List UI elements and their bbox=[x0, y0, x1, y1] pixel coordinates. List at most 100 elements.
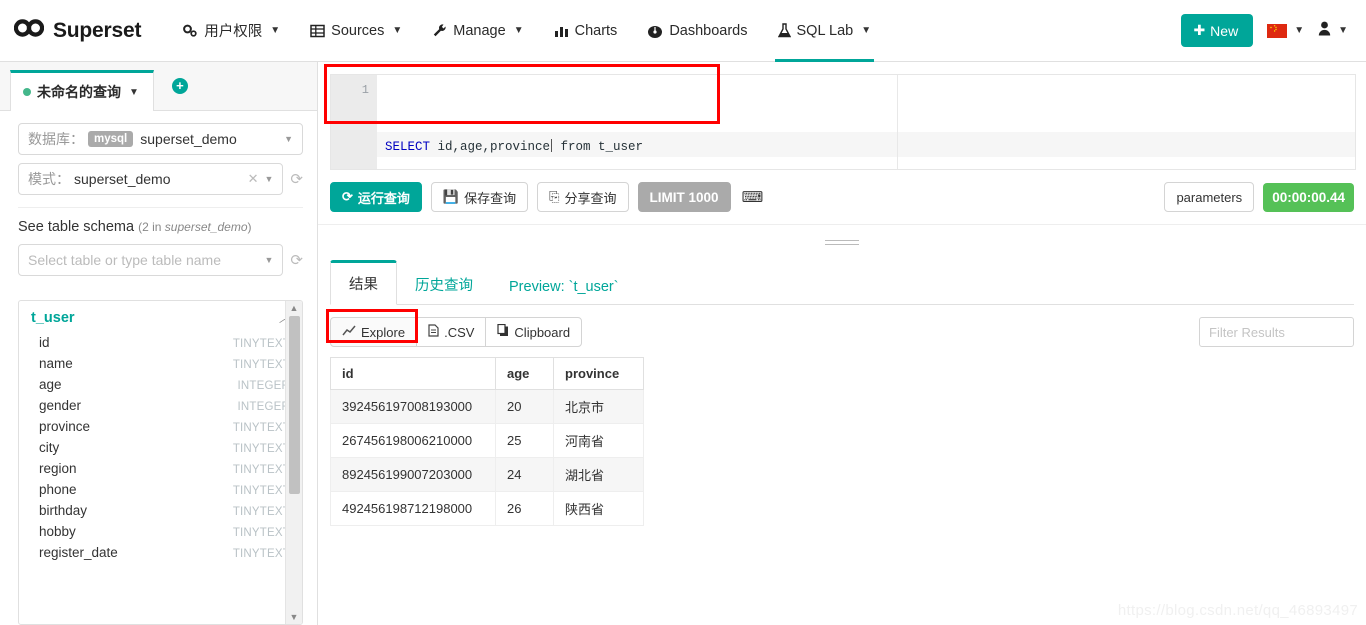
keyboard-shortcuts-icon[interactable]: ⌨ bbox=[740, 188, 764, 206]
csv-label: .CSV bbox=[444, 325, 474, 340]
table-schema-header[interactable]: t_user ︿ bbox=[19, 301, 302, 330]
sql-columns: id,age,province bbox=[430, 140, 550, 154]
query-tab-label: 未命名的查询 bbox=[37, 82, 121, 102]
column-name: register_date bbox=[31, 545, 118, 560]
caret-down-icon: ▼ bbox=[284, 134, 293, 144]
user-menu[interactable]: ▼ bbox=[1318, 21, 1348, 41]
run-query-button[interactable]: ⟳ 运行查询 bbox=[330, 182, 422, 212]
filter-results-input[interactable] bbox=[1199, 317, 1354, 347]
parameters-button[interactable]: parameters bbox=[1164, 182, 1254, 212]
nav-item-label: SQL Lab bbox=[797, 23, 854, 39]
table-column-row[interactable]: genderINTEGER bbox=[31, 395, 290, 416]
tab-preview-table[interactable]: Preview: `t_user` bbox=[491, 269, 637, 305]
explore-button[interactable]: Explore bbox=[330, 317, 417, 347]
column-name: birthday bbox=[31, 503, 87, 518]
nav-item-dashboards[interactable]: Dashboards bbox=[632, 0, 762, 62]
column-header-province[interactable]: province bbox=[554, 358, 644, 390]
column-header-id[interactable]: id bbox=[331, 358, 496, 390]
table-column-row[interactable]: nameTINYTEXT bbox=[31, 353, 290, 374]
new-button[interactable]: ✚ New bbox=[1181, 14, 1253, 47]
triangle-down-icon[interactable]: ▼ bbox=[290, 610, 299, 624]
pane-resize-handle[interactable] bbox=[318, 225, 1366, 259]
schema-select-value: superset_demo bbox=[74, 171, 171, 187]
sql-editor[interactable]: 1 SELECT id,age,province from t_user bbox=[330, 74, 1356, 170]
column-name: id bbox=[31, 335, 50, 350]
save-query-button[interactable]: 💾 保存查询 bbox=[431, 182, 528, 212]
navbar-menu: 用户权限 ▼ Sources ▼ Manage ▼ Charts bbox=[167, 0, 886, 62]
table-row: 267456198006210000 25 河南省 bbox=[331, 424, 644, 458]
table-column-row[interactable]: cityTINYTEXT bbox=[31, 437, 290, 458]
column-type: TINYTEXT bbox=[233, 464, 290, 476]
brand-logo[interactable]: Superset bbox=[14, 19, 141, 43]
triangle-up-icon[interactable]: ▲ bbox=[290, 301, 299, 315]
sidebar-scrollbar[interactable]: ▲ ▼ bbox=[285, 301, 302, 624]
chevron-down-icon[interactable]: ▼ bbox=[129, 87, 139, 98]
table-select-placeholder: Select table or type table name bbox=[28, 252, 221, 268]
add-query-tab-button[interactable]: + bbox=[154, 62, 206, 110]
scrollbar-thumb[interactable] bbox=[289, 316, 300, 494]
nav-item-charts[interactable]: Charts bbox=[539, 0, 633, 62]
schema-select[interactable]: 模式： superset_demo ✕ ▼ bbox=[18, 163, 283, 195]
table-column-row[interactable]: regionTINYTEXT bbox=[31, 458, 290, 479]
csv-download-button[interactable]: .CSV bbox=[416, 317, 486, 347]
database-select[interactable]: 数据库： mysql superset_demo ▼ bbox=[18, 123, 303, 155]
text-cursor bbox=[551, 139, 552, 152]
nav-item-permissions[interactable]: 用户权限 ▼ bbox=[167, 0, 295, 62]
language-selector[interactable]: ▼ bbox=[1267, 24, 1304, 38]
cell-id: 267456198006210000 bbox=[331, 424, 496, 458]
query-tab-untitled[interactable]: 未命名的查询 ▼ bbox=[10, 70, 154, 111]
editor-toolbar-right: parameters 00:00:00.44 bbox=[1164, 182, 1354, 212]
close-icon[interactable]: ✕ bbox=[248, 171, 265, 187]
page-body: 未命名的查询 ▼ + 数据库： mysql superset_demo ▼ 模式… bbox=[0, 62, 1366, 625]
cell-age: 20 bbox=[496, 390, 554, 424]
table-column-row[interactable]: hobbyTINYTEXT bbox=[31, 521, 290, 542]
table-column-row[interactable]: provinceTINYTEXT bbox=[31, 416, 290, 437]
cell-province: 北京市 bbox=[554, 390, 644, 424]
save-query-label: 保存查询 bbox=[464, 188, 516, 207]
column-name: age bbox=[31, 377, 62, 392]
refresh-icon[interactable]: ⟳ bbox=[290, 251, 303, 269]
brand-name: Superset bbox=[53, 19, 141, 43]
column-name: phone bbox=[31, 482, 77, 497]
nav-item-sql-lab[interactable]: SQL Lab ▼ bbox=[763, 0, 887, 62]
editor-code-area[interactable]: SELECT id,age,province from t_user bbox=[377, 75, 1355, 169]
column-type: TINYTEXT bbox=[233, 485, 290, 497]
wrench-icon bbox=[432, 23, 447, 38]
tab-query-history[interactable]: 历史查询 bbox=[397, 264, 491, 305]
column-type: TINYTEXT bbox=[233, 359, 290, 371]
copy-icon: ⎘ bbox=[549, 189, 559, 205]
column-type: TINYTEXT bbox=[233, 338, 290, 350]
refresh-icon[interactable]: ⟳ bbox=[290, 170, 303, 188]
results-table-head: id age province bbox=[331, 358, 644, 390]
table-column-row[interactable]: phone TINYTEXT bbox=[31, 479, 290, 500]
save-icon: 💾 bbox=[443, 189, 459, 205]
parameters-label: parameters bbox=[1176, 190, 1242, 205]
results-table-body: 392456197008193000 20 北京市 26745619800621… bbox=[331, 390, 644, 526]
run-query-label: 运行查询 bbox=[358, 188, 410, 207]
table-column-row[interactable]: ageINTEGER bbox=[31, 374, 290, 395]
scrollbar-track[interactable] bbox=[289, 315, 300, 610]
nav-item-sources[interactable]: Sources ▼ bbox=[295, 0, 417, 62]
table-column-row[interactable]: register_dateTINYTEXT bbox=[31, 542, 290, 563]
nav-item-label: Manage bbox=[453, 23, 505, 39]
see-table-schema-title: See table schema bbox=[18, 219, 134, 235]
nav-item-manage[interactable]: Manage ▼ bbox=[417, 0, 538, 62]
column-name: gender bbox=[31, 398, 81, 413]
plus-icon: ✚ bbox=[1193, 22, 1205, 39]
limit-dropdown-button[interactable]: LIMIT 1000 bbox=[638, 182, 731, 212]
table-grid-icon bbox=[310, 24, 325, 38]
table-column-row[interactable]: birthday TINYTEXT bbox=[31, 500, 290, 521]
share-query-button[interactable]: ⎘ 分享查询 bbox=[537, 182, 628, 212]
column-type: TINYTEXT bbox=[233, 506, 290, 518]
clipboard-button[interactable]: Clipboard bbox=[485, 317, 582, 347]
tab-results[interactable]: 结果 bbox=[330, 260, 397, 305]
column-header-age[interactable]: age bbox=[496, 358, 554, 390]
cell-province: 陕西省 bbox=[554, 492, 644, 526]
table-column-row[interactable]: id TINYTEXT bbox=[31, 332, 290, 353]
column-type: TINYTEXT bbox=[233, 443, 290, 455]
table-select[interactable]: Select table or type table name ▼ bbox=[18, 244, 283, 276]
status-dot-icon bbox=[23, 88, 31, 96]
sidebar-controls: 数据库： mysql superset_demo ▼ 模式： superset_… bbox=[0, 111, 317, 284]
infinity-logo-icon bbox=[14, 19, 44, 43]
table-row: 492456198712198000 26 陕西省 bbox=[331, 492, 644, 526]
